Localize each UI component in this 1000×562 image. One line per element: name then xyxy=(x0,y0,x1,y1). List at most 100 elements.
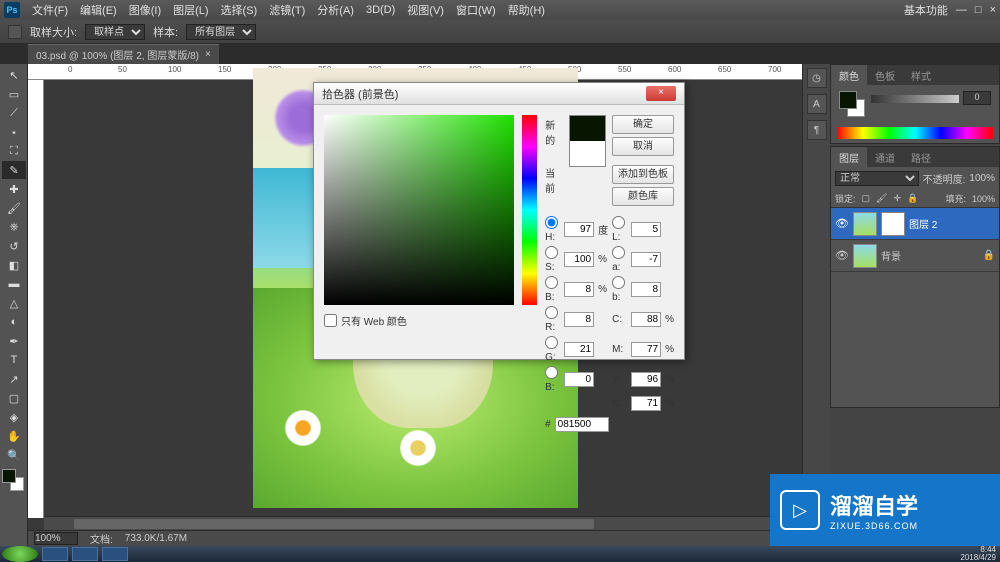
r-input[interactable] xyxy=(564,312,594,327)
menu-filter[interactable]: 滤镜(T) xyxy=(269,2,305,18)
crop-tool[interactable]: ⛶ xyxy=(2,142,26,160)
type-tool[interactable]: T xyxy=(2,351,26,369)
eyedropper-icon[interactable] xyxy=(8,25,22,39)
color-library-button[interactable]: 颜色库 xyxy=(612,187,674,206)
opacity-value[interactable]: 0 xyxy=(963,91,991,105)
lock-pixels-icon[interactable]: 🖌 xyxy=(876,193,887,204)
wand-tool[interactable]: ⋆ xyxy=(2,123,26,141)
dialog-titlebar[interactable]: 拾色器 (前景色) × xyxy=(314,83,684,105)
b2-radio[interactable] xyxy=(612,276,625,289)
visibility-icon[interactable]: 👁 xyxy=(835,249,849,263)
color-marker[interactable] xyxy=(330,283,340,293)
s-radio[interactable] xyxy=(545,246,558,259)
layer-name[interactable]: 图层 2 xyxy=(909,216,937,231)
stamp-tool[interactable]: ⎈ xyxy=(2,218,26,236)
color-swatch[interactable] xyxy=(2,469,24,491)
layer-thumb[interactable] xyxy=(853,244,877,268)
marquee-tool[interactable]: ▭ xyxy=(2,85,26,103)
close-icon[interactable]: × xyxy=(990,4,996,16)
clock[interactable]: 8:44 2018/4/29 xyxy=(960,546,996,562)
l-radio[interactable] xyxy=(612,216,625,229)
tab-swatches[interactable]: 色板 xyxy=(867,65,903,85)
cancel-button[interactable]: 取消 xyxy=(612,137,674,156)
menu-view[interactable]: 视图(V) xyxy=(407,2,444,18)
r-radio[interactable] xyxy=(545,306,558,319)
bb-input[interactable] xyxy=(564,372,594,387)
workspace-label[interactable]: 基本功能 xyxy=(904,2,948,18)
menu-help[interactable]: 帮助(H) xyxy=(508,2,545,18)
bb-radio[interactable] xyxy=(545,366,558,379)
s-input[interactable] xyxy=(564,252,594,267)
3d-tool[interactable]: ◈ xyxy=(2,408,26,426)
ok-button[interactable]: 确定 xyxy=(612,115,674,134)
para-icon[interactable]: ¶ xyxy=(807,120,827,140)
blur-tool[interactable]: △ xyxy=(2,294,26,312)
zoom-tool[interactable]: 🔍 xyxy=(2,446,26,464)
menu-window[interactable]: 窗口(W) xyxy=(456,2,496,18)
a-radio[interactable] xyxy=(612,246,625,259)
menu-analysis[interactable]: 分析(A) xyxy=(317,2,354,18)
path-tool[interactable]: ↗ xyxy=(2,370,26,388)
document-tab[interactable]: 03.psd @ 100% (图层 2, 图层蒙版/8) × xyxy=(28,44,219,64)
lock-all-icon[interactable]: 🔒 xyxy=(907,193,918,204)
h-radio[interactable] xyxy=(545,216,558,229)
menu-select[interactable]: 选择(S) xyxy=(221,2,258,18)
history-brush-tool[interactable]: ↺ xyxy=(2,237,26,255)
web-colors-checkbox[interactable] xyxy=(324,314,337,327)
gradient-tool[interactable]: ▬ xyxy=(2,275,26,293)
opacity-pct[interactable]: 100% xyxy=(969,173,995,184)
maximize-icon[interactable]: □ xyxy=(975,4,982,16)
hue-strip[interactable] xyxy=(837,127,993,139)
color-field[interactable] xyxy=(324,115,514,305)
b2-input[interactable] xyxy=(631,282,661,297)
eyedropper-tool[interactable]: ✎ xyxy=(2,161,26,179)
tab-layers[interactable]: 图层 xyxy=(831,147,867,167)
mask-thumb[interactable] xyxy=(881,212,905,236)
heal-tool[interactable]: ✚ xyxy=(2,180,26,198)
layer-thumb[interactable] xyxy=(853,212,877,236)
history-icon[interactable]: ◷ xyxy=(807,68,827,88)
layer-name[interactable]: 背景 xyxy=(881,248,901,263)
hue-slider[interactable] xyxy=(522,115,537,305)
eraser-tool[interactable]: ◧ xyxy=(2,256,26,274)
start-button[interactable] xyxy=(2,546,38,562)
task-paint[interactable] xyxy=(72,547,98,561)
sample-select[interactable]: 所有图层 xyxy=(186,24,256,40)
horizontal-scrollbar[interactable] xyxy=(44,516,802,530)
m-input[interactable] xyxy=(631,342,661,357)
current-color[interactable] xyxy=(570,141,605,166)
k-input[interactable] xyxy=(631,396,661,411)
h-input[interactable] xyxy=(564,222,594,237)
menu-file[interactable]: 文件(F) xyxy=(32,2,68,18)
visibility-icon[interactable]: 👁 xyxy=(835,217,849,231)
tab-paths[interactable]: 路径 xyxy=(903,147,939,167)
add-swatch-button[interactable]: 添加到色板 xyxy=(612,165,674,184)
tab-color[interactable]: 颜色 xyxy=(831,65,867,85)
move-tool[interactable]: ↖ xyxy=(2,66,26,84)
panel-fg-color[interactable] xyxy=(839,91,857,109)
a-input[interactable] xyxy=(631,252,661,267)
hand-tool[interactable]: ✋ xyxy=(2,427,26,445)
blend-mode-select[interactable]: 正常 xyxy=(835,171,919,186)
fg-color[interactable] xyxy=(2,469,16,483)
brush-tool[interactable]: 🖌 xyxy=(2,199,26,217)
menu-image[interactable]: 图像(I) xyxy=(129,2,161,18)
minimize-icon[interactable]: — xyxy=(956,4,967,16)
dialog-close-button[interactable]: × xyxy=(646,86,676,101)
g-input[interactable] xyxy=(564,342,594,357)
menu-edit[interactable]: 编辑(E) xyxy=(80,2,117,18)
l-input[interactable] xyxy=(631,222,661,237)
b-radio[interactable] xyxy=(545,276,558,289)
menu-layer[interactable]: 图层(L) xyxy=(173,2,208,18)
task-ps[interactable] xyxy=(42,547,68,561)
lock-position-icon[interactable]: ✛ xyxy=(893,193,901,204)
pen-tool[interactable]: ✒ xyxy=(2,332,26,350)
scrollbar-thumb[interactable] xyxy=(74,519,594,529)
char-icon[interactable]: A xyxy=(807,94,827,114)
zoom-input[interactable] xyxy=(34,532,78,545)
task-browser[interactable] xyxy=(102,547,128,561)
layer-row[interactable]: 👁 背景 🔒 xyxy=(831,240,999,272)
fill-pct[interactable]: 100% xyxy=(972,194,995,204)
lock-transparent-icon[interactable]: ▢ xyxy=(862,193,871,204)
dodge-tool[interactable]: ◐ xyxy=(2,313,26,331)
